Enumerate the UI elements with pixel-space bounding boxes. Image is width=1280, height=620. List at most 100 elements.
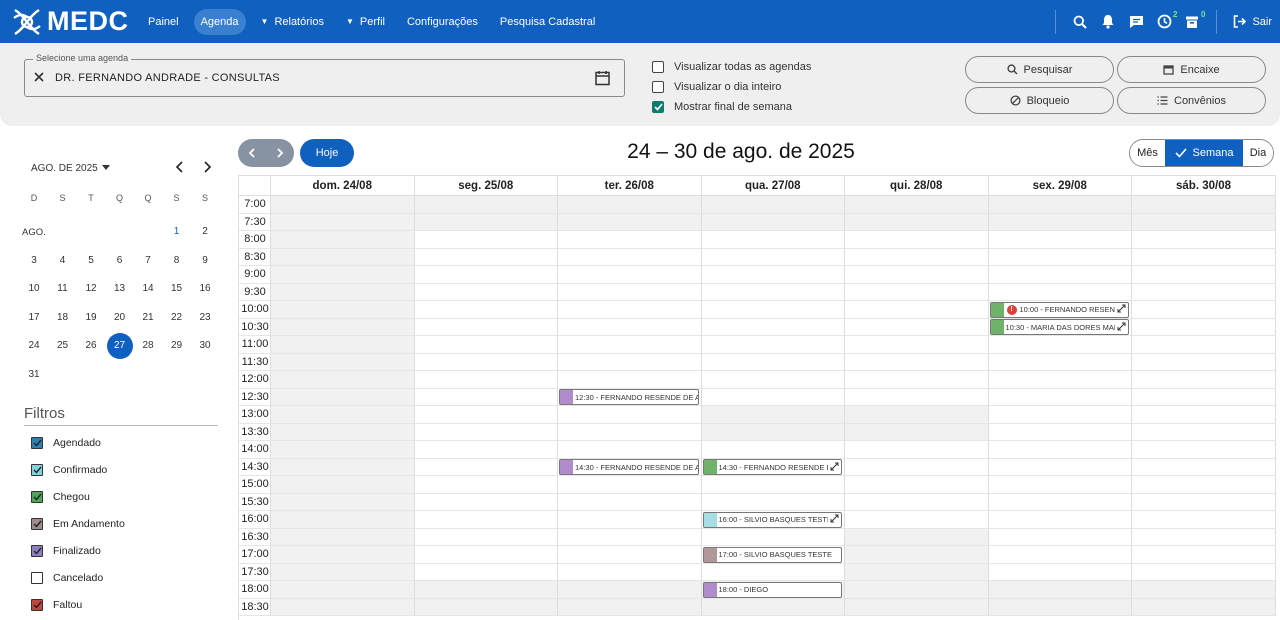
mini-day[interactable]: 18 — [49, 312, 77, 323]
time-slot[interactable] — [845, 458, 989, 476]
time-slot[interactable] — [1132, 581, 1276, 599]
time-slot[interactable] — [558, 423, 702, 441]
time-slot[interactable] — [271, 528, 415, 546]
time-slot[interactable] — [701, 423, 845, 441]
time-slot[interactable] — [1132, 458, 1276, 476]
nav-item-5[interactable]: Pesquisa Cadastral — [493, 9, 602, 35]
time-slot[interactable] — [1132, 598, 1276, 616]
time-slot[interactable] — [988, 423, 1132, 441]
time-slot[interactable] — [701, 353, 845, 371]
time-slot[interactable] — [1132, 528, 1276, 546]
time-slot[interactable] — [1132, 248, 1276, 266]
appointment[interactable]: 14:30 - FERNANDO RESENDE DE ANDRADE — [559, 459, 699, 475]
time-slot[interactable] — [988, 231, 1132, 249]
mini-day[interactable]: 21 — [134, 312, 162, 323]
time-slot[interactable] — [988, 196, 1132, 214]
time-slot[interactable] — [558, 336, 702, 354]
time-slot[interactable] — [558, 528, 702, 546]
clock-icon[interactable]: 2 — [1150, 10, 1178, 34]
time-slot[interactable] — [271, 213, 415, 231]
time-slot[interactable] — [701, 388, 845, 406]
time-slot[interactable] — [271, 231, 415, 249]
mini-day[interactable]: 23 — [191, 312, 219, 323]
filter-4[interactable]: Finalizado — [31, 545, 101, 557]
time-slot[interactable] — [271, 406, 415, 424]
time-slot[interactable] — [1132, 476, 1276, 494]
time-slot[interactable] — [558, 511, 702, 529]
logout-button[interactable]: Sair — [1233, 15, 1272, 28]
time-slot[interactable] — [271, 511, 415, 529]
time-slot[interactable] — [701, 301, 845, 319]
time-slot[interactable] — [1132, 423, 1276, 441]
fit-in-button[interactable]: Encaixe — [1117, 56, 1266, 83]
filter-2[interactable]: Chegou — [31, 491, 90, 503]
time-slot[interactable] — [845, 563, 989, 581]
mini-day[interactable]: 5 — [77, 255, 105, 266]
chat-icon[interactable] — [1122, 10, 1150, 34]
time-slot[interactable] — [271, 476, 415, 494]
time-slot[interactable] — [558, 406, 702, 424]
filter-checkbox[interactable] — [31, 491, 43, 503]
time-slot[interactable] — [558, 213, 702, 231]
time-slot[interactable] — [271, 266, 415, 284]
time-slot[interactable] — [701, 371, 845, 389]
mini-day[interactable]: 25 — [49, 340, 77, 351]
time-slot[interactable] — [558, 266, 702, 284]
time-slot[interactable] — [701, 476, 845, 494]
mini-day[interactable]: 2 — [191, 226, 219, 237]
filter-checkbox[interactable] — [31, 464, 43, 476]
time-slot[interactable] — [845, 598, 989, 616]
mini-day[interactable]: 10 — [20, 283, 48, 294]
mini-day[interactable]: 19 — [77, 312, 105, 323]
filter-checkbox[interactable] — [31, 599, 43, 611]
time-slot[interactable] — [558, 598, 702, 616]
expand-icon[interactable] — [1117, 304, 1126, 315]
time-slot[interactable] — [558, 581, 702, 599]
time-slot[interactable] — [558, 353, 702, 371]
time-slot[interactable] — [988, 213, 1132, 231]
time-slot[interactable] — [414, 213, 558, 231]
view-1[interactable]: Semana — [1165, 140, 1243, 166]
next-week-button[interactable] — [266, 139, 294, 167]
time-slot[interactable] — [988, 371, 1132, 389]
time-slot[interactable] — [988, 598, 1132, 616]
time-slot[interactable] — [988, 546, 1132, 564]
time-slot[interactable] — [414, 458, 558, 476]
time-slot[interactable] — [1132, 388, 1276, 406]
time-slot[interactable] — [271, 458, 415, 476]
filter-checkbox[interactable] — [31, 545, 43, 557]
time-slot[interactable] — [845, 423, 989, 441]
time-slot[interactable] — [414, 563, 558, 581]
time-slot[interactable] — [988, 511, 1132, 529]
time-slot[interactable] — [988, 441, 1132, 459]
time-slot[interactable] — [414, 511, 558, 529]
mini-day[interactable]: 8 — [163, 255, 191, 266]
mini-day[interactable]: 22 — [163, 312, 191, 323]
filter-6[interactable]: Faltou — [31, 599, 82, 611]
agenda-select[interactable]: Selecione uma agenda DR. FERNANDO ANDRAD… — [24, 53, 625, 97]
time-slot[interactable] — [701, 493, 845, 511]
time-slot[interactable] — [1132, 371, 1276, 389]
block-button[interactable]: Bloqueio — [965, 87, 1114, 114]
time-slot[interactable] — [558, 493, 702, 511]
time-slot[interactable] — [1132, 318, 1276, 336]
nav-item-2[interactable]: ▼ Relatórios — [254, 9, 331, 35]
time-slot[interactable] — [271, 546, 415, 564]
time-slot[interactable] — [845, 353, 989, 371]
time-slot[interactable] — [414, 266, 558, 284]
time-slot[interactable] — [1132, 266, 1276, 284]
mini-day[interactable]: 6 — [106, 255, 134, 266]
calendar-icon[interactable] — [595, 70, 610, 86]
time-slot[interactable] — [414, 546, 558, 564]
time-slot[interactable] — [1132, 511, 1276, 529]
time-slot[interactable] — [1132, 406, 1276, 424]
checkbox[interactable] — [652, 81, 664, 93]
mini-day[interactable]: 12 — [77, 283, 105, 294]
nav-item-4[interactable]: Configurações — [400, 9, 485, 35]
time-slot[interactable] — [701, 406, 845, 424]
mini-day[interactable]: 24 — [20, 340, 48, 351]
filter-checkbox[interactable] — [31, 437, 43, 449]
appointment[interactable]: 16:00 - SILVIO BASQUES TESTE — [702, 511, 842, 528]
view-option-2[interactable]: Mostrar final de semana — [652, 97, 811, 117]
view-option-0[interactable]: Visualizar todas as agendas — [652, 57, 811, 77]
